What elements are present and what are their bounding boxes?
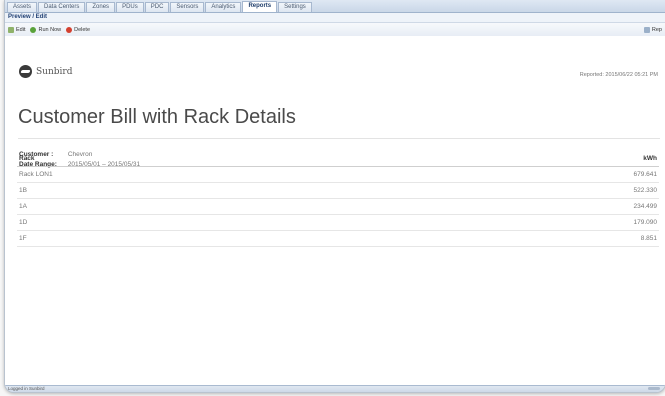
rack-cell: Rack LON1 [19,171,53,178]
kwh-cell: 522.330 [633,187,658,194]
tab-zones[interactable]: Zones [86,2,116,12]
report-icon [643,26,650,33]
tab-pdc[interactable]: PDC [144,2,170,12]
main-tab-bar: Assets Data Centers Zones PDUs PDC Senso… [5,0,665,13]
delete-icon [66,26,73,33]
edit-button[interactable]: Edit [8,26,26,33]
delete-button[interactable]: Delete [66,26,91,33]
column-header-rack: Rack [19,155,35,162]
kwh-cell: 679.641 [633,171,658,178]
edit-button-label: Edit [16,26,26,33]
delete-button-label: Delete [74,26,91,33]
title-divider [18,138,660,139]
sunbird-logo-icon [19,65,32,78]
kwh-cell: 8.851 [640,235,657,242]
run-now-button-label: Run Now [38,26,62,33]
tab-reports[interactable]: Reports [242,1,278,12]
kwh-cell: 234.499 [633,203,658,210]
table-row: 1A 234.499 [17,199,659,215]
run-now-button[interactable]: Run Now [30,26,62,33]
section-title: Preview / Edit [5,13,665,22]
tab-settings[interactable]: Settings [278,2,312,12]
rack-cell: 1A [19,203,27,210]
tab-data-centers[interactable]: Data Centers [38,2,86,12]
reported-timestamp: Reported: 2015/06/22 05:21 PM [579,72,658,78]
tab-sensors[interactable]: Sensors [170,2,205,12]
kwh-cell: 179.090 [633,219,658,226]
tab-assets[interactable]: Assets [7,2,38,12]
report-button[interactable]: Rep [643,26,662,33]
table-row: 1D 179.090 [17,215,659,231]
status-indicator [648,387,660,390]
table-row: 1F 8.851 [17,231,659,247]
table-row: 1B 522.330 [17,183,659,199]
rack-table: Rack kWh Rack LON1 679.641 1B 522.330 1A… [17,155,659,247]
table-header: Rack kWh [17,155,659,167]
edit-icon [8,26,14,33]
run-icon [30,26,37,33]
sunbird-logo: Sunbird [19,65,72,78]
status-bar: Logged in Sunbird [5,385,665,392]
status-text: Logged in Sunbird [8,386,45,391]
tab-analytics[interactable]: Analytics [205,2,242,12]
rack-cell: 1B [19,187,27,194]
rack-cell: 1D [19,219,28,226]
tab-pdus[interactable]: PDUs [116,2,144,12]
table-row: Rack LON1 679.641 [17,167,659,183]
toolbar: Edit Run Now Delete Rep [5,22,665,37]
report-title: Customer Bill with Rack Details [18,106,296,128]
rack-cell: 1F [19,235,27,242]
logo-text: Sunbird [36,66,73,77]
column-header-kwh: kWh [643,155,657,162]
report-button-label: Rep [651,26,662,33]
app-window: Assets Data Centers Zones PDUs PDC Senso… [4,0,665,393]
